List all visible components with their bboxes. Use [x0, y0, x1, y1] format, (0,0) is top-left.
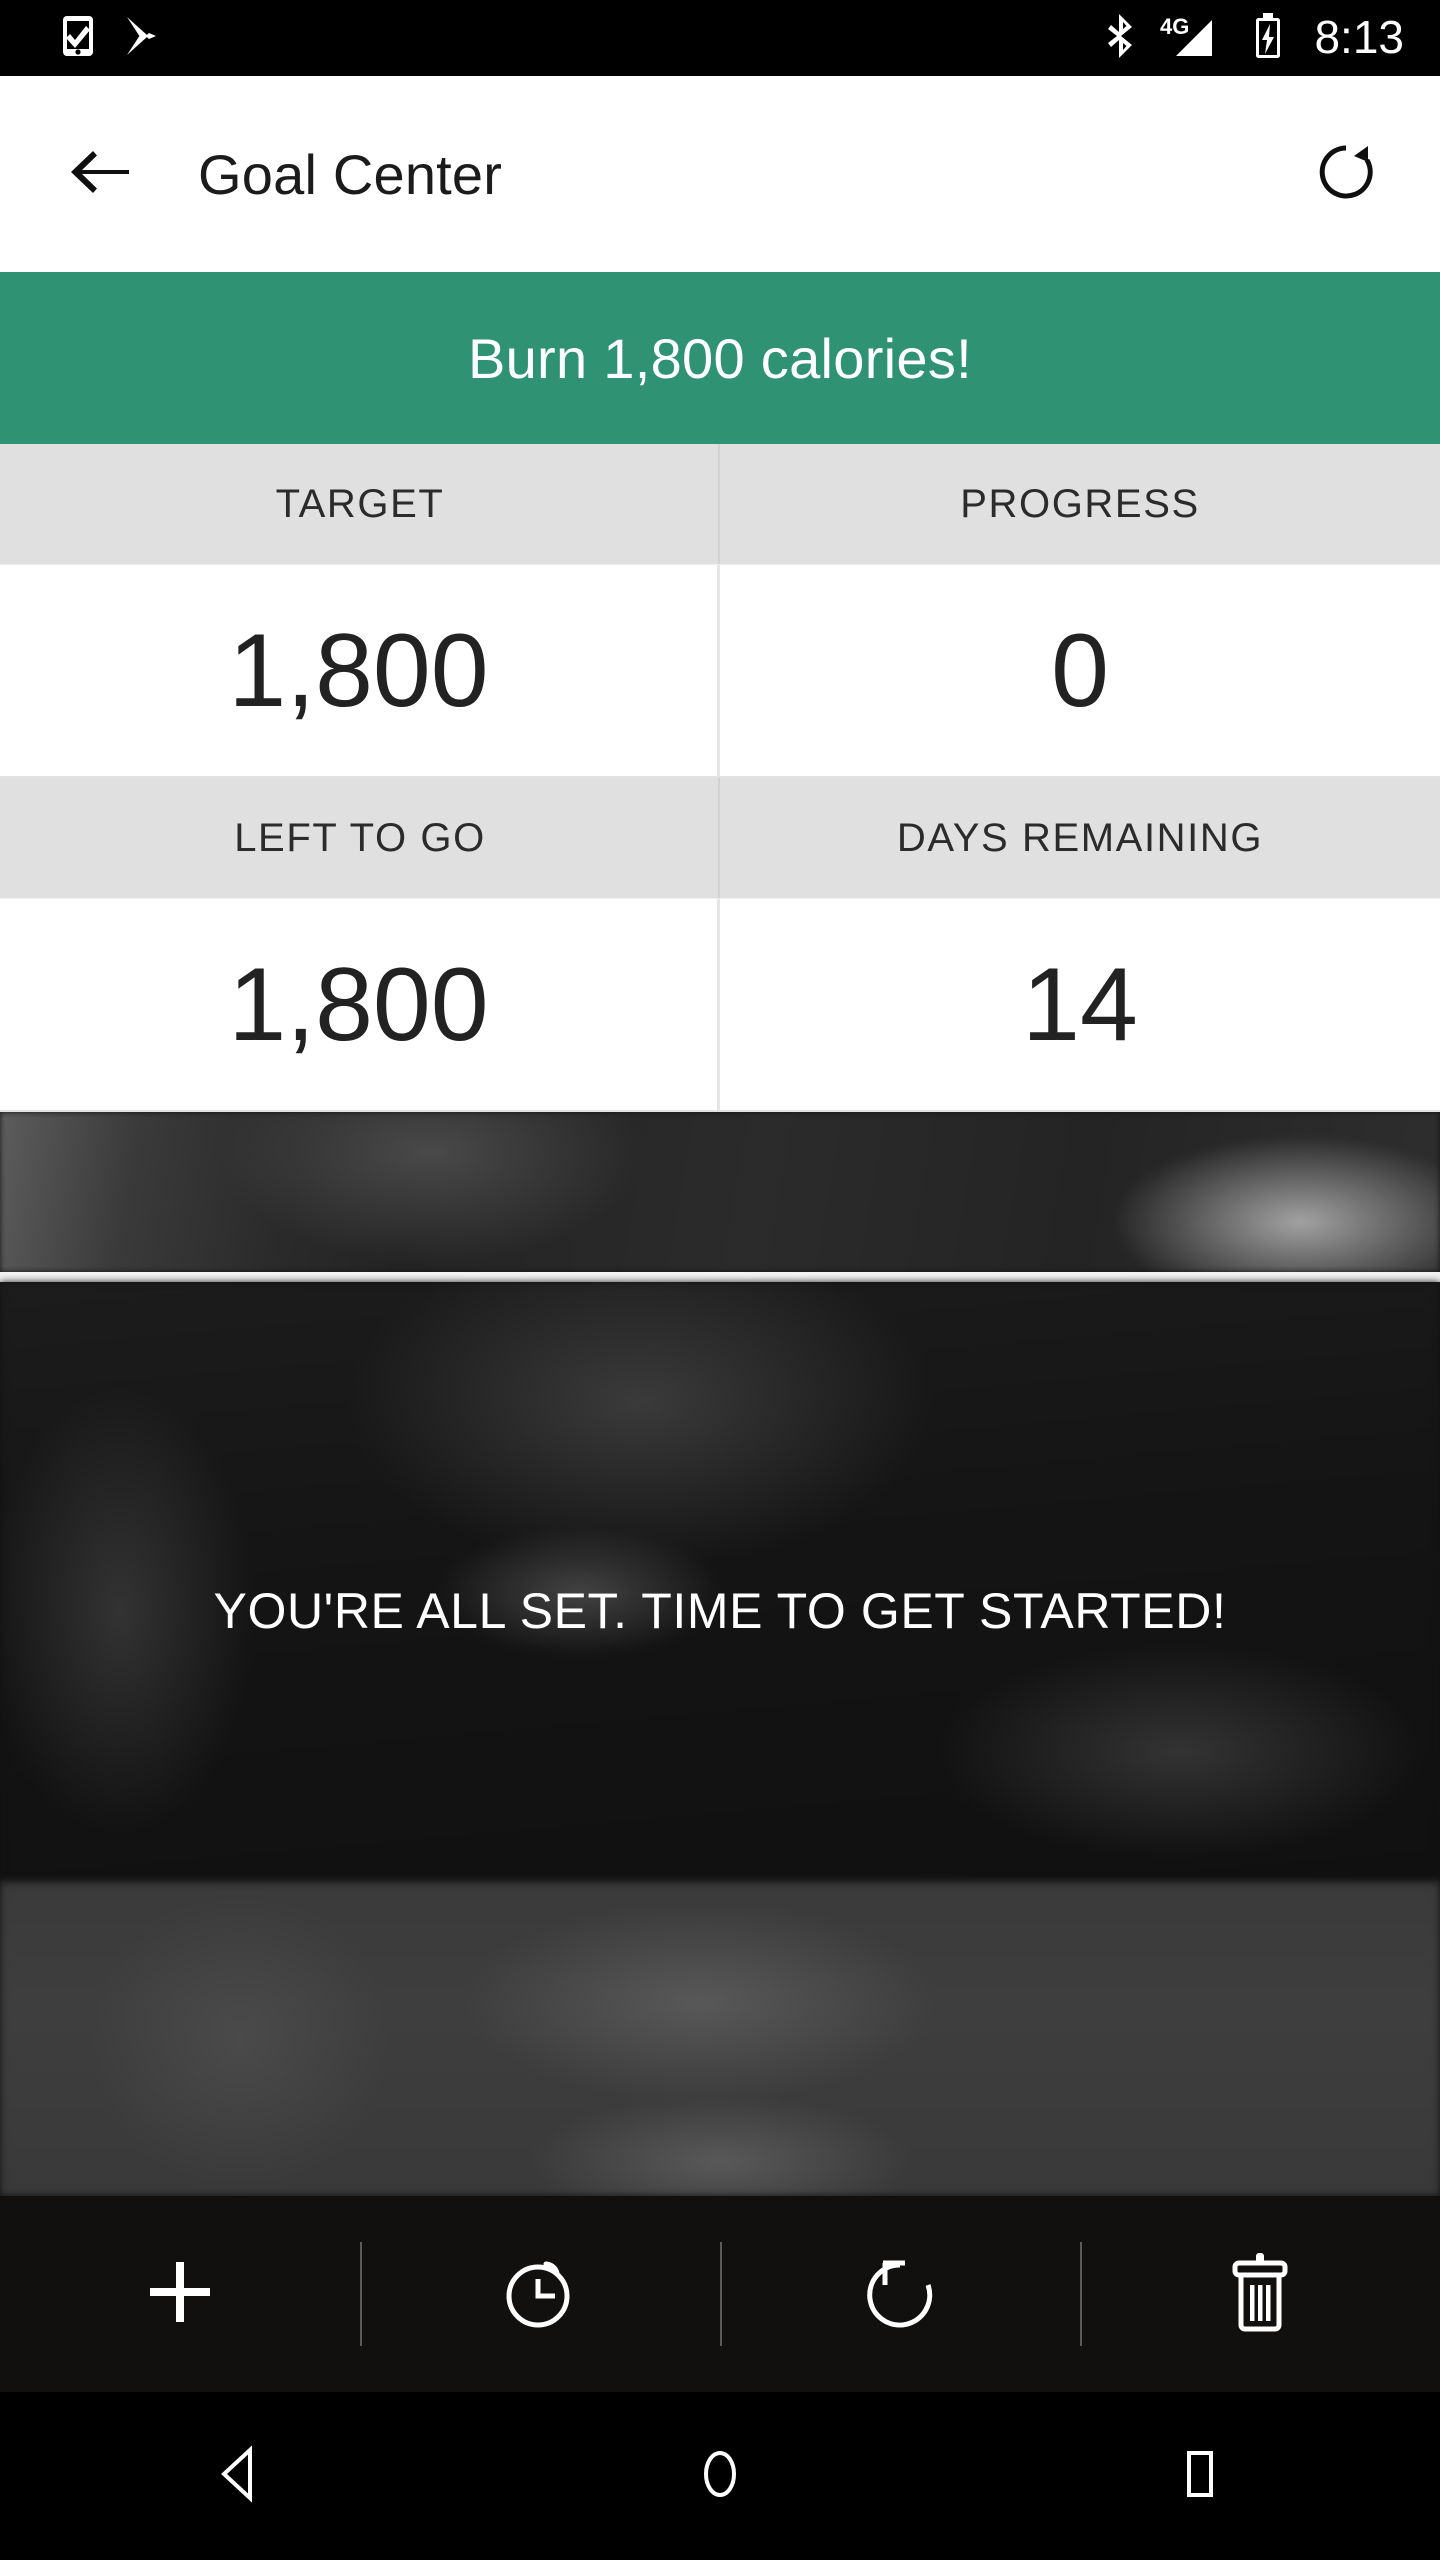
status-bar: 4G 8:13 — [0, 0, 1440, 76]
refresh-icon — [1318, 142, 1374, 207]
hero-photo-strip-main — [0, 1282, 1440, 1882]
arrow-left-icon — [67, 146, 133, 203]
stat-header-progress: PROGRESS — [720, 444, 1440, 564]
stat-value-days-remaining: 14 — [720, 899, 1440, 1110]
page-title: Goal Center — [198, 142, 503, 206]
square-icon — [1172, 2444, 1228, 2509]
status-bar-right-icons: 4G 8:13 — [1104, 12, 1404, 65]
stat-header-target: TARGET — [0, 444, 720, 564]
stat-value: 14 — [1022, 946, 1138, 1063]
app-bar: Goal Center — [0, 76, 1440, 272]
refresh-button[interactable] — [1298, 126, 1394, 222]
add-button[interactable] — [0, 2196, 360, 2392]
stat-value-target: 1,800 — [0, 565, 720, 776]
stat-value: 0 — [1051, 612, 1109, 729]
hero-photo-strip-bottom — [0, 1882, 1440, 2196]
signal-4g-icon: 4G — [1160, 12, 1230, 65]
trash-icon — [1223, 2249, 1297, 2340]
stats-value-row-2: 1,800 14 — [0, 898, 1440, 1112]
stats-grid: TARGET PROGRESS 1,800 0 LEFT TO GO DAYS … — [0, 444, 1440, 1112]
stat-label: DAYS REMAINING — [896, 815, 1264, 860]
back-button[interactable] — [52, 126, 148, 222]
reset-button[interactable] — [720, 2196, 1080, 2392]
goal-banner: Burn 1,800 calories! — [0, 272, 1440, 444]
circle-icon — [692, 2444, 748, 2509]
stat-value: 1,800 — [228, 612, 489, 729]
android-back-button[interactable] — [0, 2392, 480, 2560]
android-recents-button[interactable] — [960, 2392, 1440, 2560]
phone-check-icon — [58, 14, 98, 63]
stats-value-row-1: 1,800 0 — [0, 564, 1440, 778]
stats-header-row-1: TARGET PROGRESS — [0, 444, 1440, 564]
status-bar-left-icons — [58, 14, 160, 63]
stat-header-left-to-go: LEFT TO GO — [0, 778, 720, 898]
android-nav-bar — [0, 2392, 1440, 2560]
plus-icon — [143, 2255, 217, 2334]
stat-label: TARGET — [275, 481, 445, 526]
battery-charging-icon — [1252, 12, 1284, 65]
stat-label: PROGRESS — [960, 481, 1200, 526]
stat-value-progress: 0 — [720, 565, 1440, 776]
stats-header-row-2: LEFT TO GO DAYS REMAINING — [0, 778, 1440, 898]
timer-icon — [501, 2251, 579, 2338]
triangle-left-icon — [212, 2444, 268, 2509]
timer-button[interactable] — [360, 2196, 720, 2392]
status-bar-clock: 8:13 — [1314, 11, 1404, 63]
hero-divider — [0, 1272, 1440, 1282]
bluetooth-icon — [1104, 12, 1138, 65]
svg-text:4G: 4G — [1160, 14, 1189, 39]
delete-button[interactable] — [1080, 2196, 1440, 2392]
hero-photo-strip-top — [0, 1112, 1440, 1272]
goal-banner-text: Burn 1,800 calories! — [467, 326, 973, 390]
phone-screen: 4G 8:13 Goal Center Burn 1,800 calories!… — [0, 0, 1440, 2560]
reset-rotate-icon — [861, 2251, 939, 2338]
hero-photo-area: YOU'RE ALL SET. TIME TO GET STARTED! — [0, 1112, 1440, 2196]
stat-label: LEFT TO GO — [234, 815, 486, 860]
stat-value-left-to-go: 1,800 — [0, 899, 720, 1110]
android-home-button[interactable] — [480, 2392, 960, 2560]
play-store-icon — [120, 14, 160, 63]
stat-header-days-remaining: DAYS REMAINING — [720, 778, 1440, 898]
bottom-toolbar — [0, 2196, 1440, 2392]
stat-value: 1,800 — [228, 946, 489, 1063]
